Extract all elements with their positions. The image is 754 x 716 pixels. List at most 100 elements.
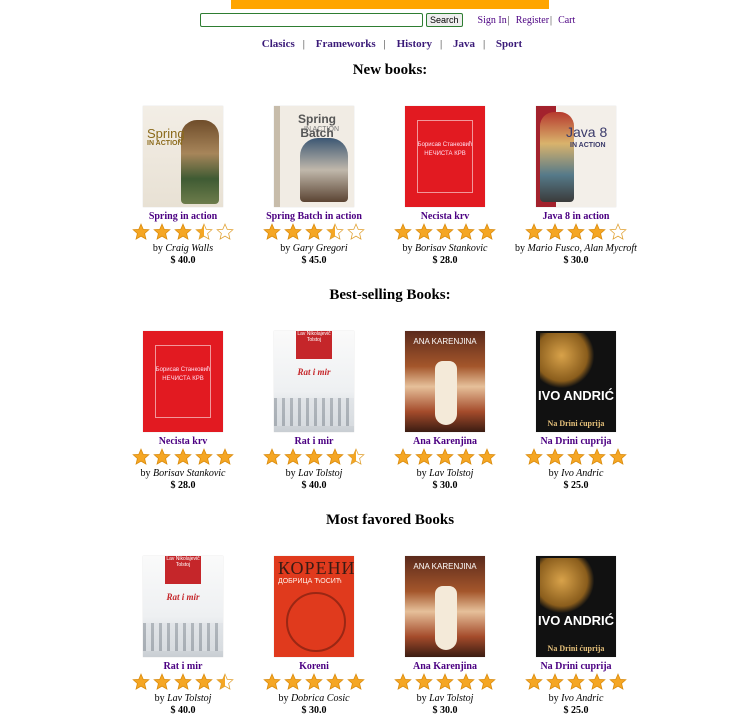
book-cover-image[interactable]: Борисав Станковић НЕЧИСТА КРВ: [143, 331, 223, 432]
rating-star-icon: [415, 223, 433, 243]
rating-star-icon: [588, 223, 606, 243]
cover-title: Rat i mir: [297, 367, 331, 377]
cover-title: Spring: [147, 126, 185, 141]
rating-stars: [115, 223, 251, 243]
cover-portrait: [540, 558, 594, 614]
rating-star-icon: [525, 223, 543, 243]
book-cover-image[interactable]: ANA KARENJINA: [405, 556, 485, 657]
section-title: Most favored Books: [325, 512, 455, 528]
register-link[interactable]: Register: [516, 15, 549, 26]
book-cover-image[interactable]: IVO ANDRIĆ Na Drini ćuprija: [536, 331, 616, 432]
book-card: ANA KARENJINA Ana Karenjina by Lav Tolst…: [377, 331, 513, 491]
rating-star-icon: [436, 673, 454, 693]
rating-star-icon: [478, 448, 496, 468]
book-cover-image[interactable]: Java 8 IN ACTION: [536, 106, 616, 207]
cart-link[interactable]: Cart: [558, 15, 575, 26]
book-title-link[interactable]: Na Drini cuprija: [540, 436, 611, 447]
book-title-link[interactable]: Necista krv: [159, 436, 208, 447]
rating-star-icon: [457, 448, 475, 468]
rating-star-icon: [394, 673, 412, 693]
book-cover-image[interactable]: Spring IN ACTION: [143, 106, 223, 207]
book-title-link[interactable]: Rat i mir: [295, 436, 334, 447]
rating-stars: [508, 223, 644, 243]
nav-item-clasics[interactable]: Clasics: [262, 38, 295, 50]
nav-separator: |: [440, 38, 443, 50]
rating-stars: [377, 448, 513, 468]
rating-stars: [115, 673, 251, 693]
sign-in-link[interactable]: Sign In: [478, 15, 507, 26]
book-author: by Borisav Stankovic: [115, 468, 251, 480]
section-title: New books:: [352, 62, 428, 78]
rating-star-icon: [326, 223, 344, 243]
book-price: $ 25.0: [563, 705, 589, 716]
book-cover-image[interactable]: Lav Nikolajevič Tolstoj Rat i mir: [143, 556, 223, 657]
book-cover-image[interactable]: IVO ANDRIĆ Na Drini ćuprija: [536, 556, 616, 657]
book-card: Lav Nikolajevič Tolstoj Rat i mir Rat i …: [246, 331, 382, 491]
cover-author: IVO ANDRIĆ: [537, 613, 615, 628]
book-cover-image[interactable]: ANA KARENJINA: [405, 331, 485, 432]
book-title-link[interactable]: Ana Karenjina: [413, 436, 477, 447]
rating-star-icon: [284, 673, 302, 693]
rating-star-icon: [457, 223, 475, 243]
cover-title: НЕЧИСТА КРВ: [424, 151, 466, 157]
rating-star-icon: [263, 448, 281, 468]
rating-star-icon: [567, 448, 585, 468]
search-input[interactable]: [200, 13, 423, 27]
rating-star-icon: [195, 673, 213, 693]
cover-title: ANA KARENJINA: [413, 562, 477, 571]
nav-item-frameworks[interactable]: Frameworks: [316, 38, 376, 50]
rating-star-icon: [415, 673, 433, 693]
rating-star-icon: [216, 448, 234, 468]
cover-subtitle: IN ACTION: [570, 142, 606, 149]
book-author: by Lav Tolstoj: [377, 468, 513, 480]
book-title-link[interactable]: Koreni: [299, 661, 329, 672]
rating-star-icon: [216, 673, 234, 693]
rating-star-icon: [174, 448, 192, 468]
rating-star-icon: [284, 223, 302, 243]
cover-label: Lav Nikolajevič Tolstoj: [165, 556, 201, 584]
rating-star-icon: [609, 223, 627, 243]
nav-item-java[interactable]: Java: [453, 38, 475, 50]
rating-stars: [246, 448, 382, 468]
book-author: by Dobrica Cosic: [246, 693, 382, 705]
book-price: $ 30.0: [432, 705, 458, 716]
rating-star-icon: [347, 448, 365, 468]
book-cover-image[interactable]: Lav Nikolajevič Tolstoj Rat i mir: [274, 331, 354, 432]
book-title-link[interactable]: Spring Batch in action: [266, 211, 362, 222]
book-cover-image[interactable]: Борисав Станковић НЕЧИСТА КРВ: [405, 106, 485, 207]
author-prefix: by: [416, 468, 427, 479]
book-title-link[interactable]: Java 8 in action: [543, 211, 610, 222]
book-card: IVO ANDRIĆ Na Drini ćuprija Na Drini cup…: [508, 556, 644, 716]
rating-star-icon: [525, 673, 543, 693]
book-title-link[interactable]: Na Drini cuprija: [540, 661, 611, 672]
book-cover-image[interactable]: КОРЕНИ ДОБРИЦА ЋОСИЋ: [274, 556, 354, 657]
book-title-link[interactable]: Necista krv: [421, 211, 470, 222]
rating-star-icon: [153, 673, 171, 693]
book-cover-image[interactable]: Spring Batch IN ACTION: [274, 106, 354, 207]
book-title-link[interactable]: Spring in action: [149, 211, 217, 222]
book-title-link[interactable]: Rat i mir: [164, 661, 203, 672]
rating-star-icon: [174, 223, 192, 243]
rating-star-icon: [284, 448, 302, 468]
cover-author: Lav Nikolajevič Tolstoj: [166, 556, 200, 568]
book-author: by Mario Fusco, Alan Mycroft: [508, 243, 644, 255]
author-name: Lav Tolstoj: [298, 468, 343, 479]
rating-star-icon: [478, 673, 496, 693]
cover-author: Lav Nikolajevič Tolstoj: [297, 331, 331, 343]
rating-star-icon: [609, 448, 627, 468]
cover-title: Rat i mir: [166, 592, 200, 602]
book-author: by Ivo Andric: [508, 693, 644, 705]
author-name: Lav Tolstoj: [429, 693, 474, 704]
nav-item-sport[interactable]: Sport: [496, 38, 522, 50]
cover-portrait: [540, 333, 594, 389]
nav-item-history[interactable]: History: [397, 38, 432, 50]
author-prefix: by: [416, 693, 427, 704]
book-title-link[interactable]: Ana Karenjina: [413, 661, 477, 672]
cover-illustration: [435, 586, 457, 650]
search-button[interactable]: Search: [426, 13, 463, 27]
nav-separator: |: [482, 38, 486, 50]
rating-star-icon: [153, 223, 171, 243]
book-price: $ 40.0: [170, 255, 196, 266]
rating-star-icon: [326, 448, 344, 468]
rating-stars: [508, 448, 644, 468]
